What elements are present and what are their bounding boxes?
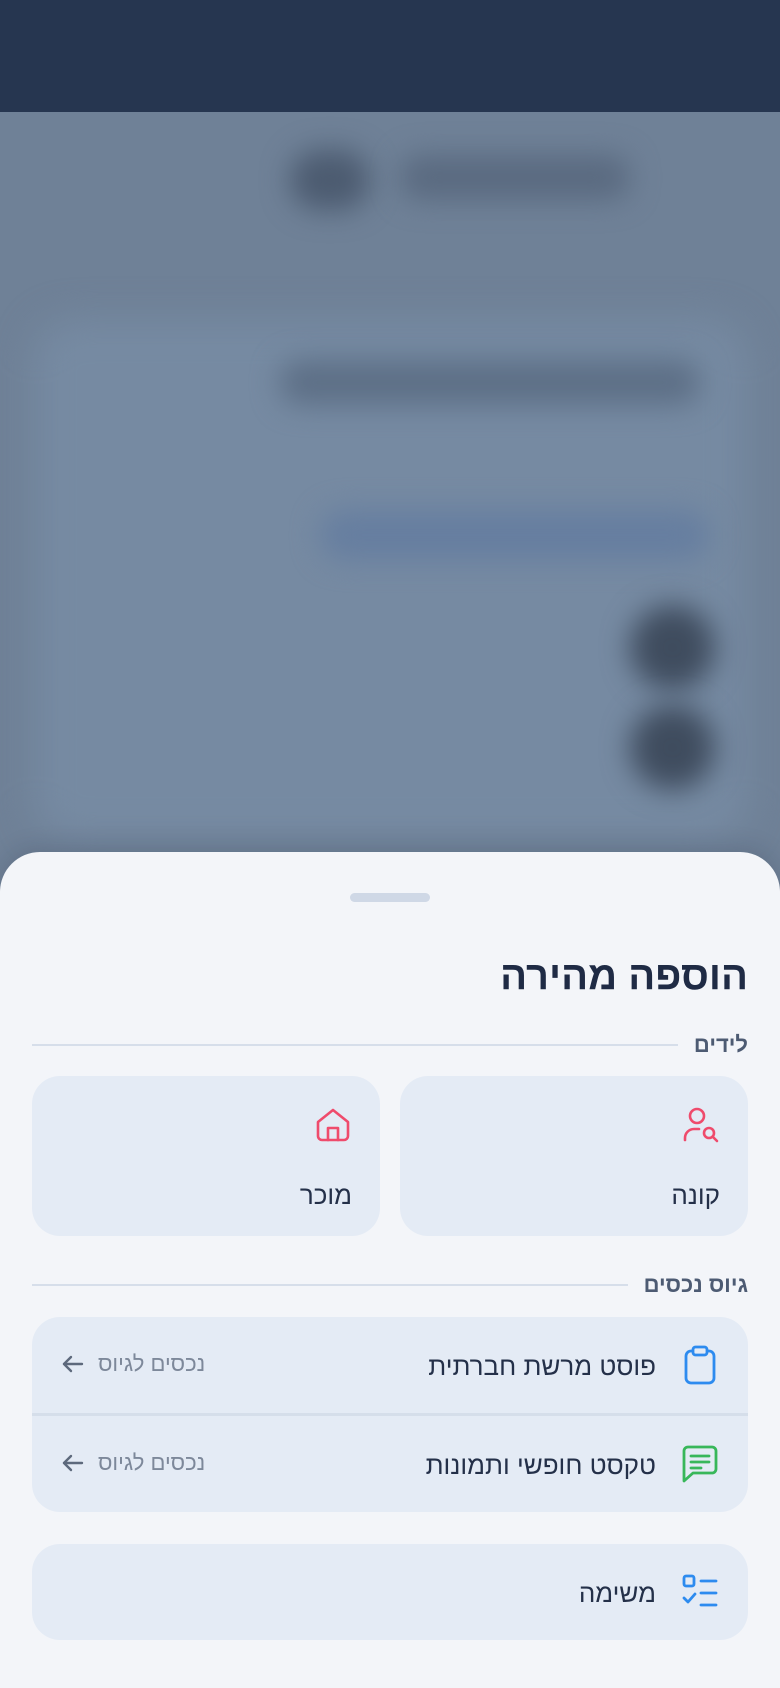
section-leads-label: לידים	[693, 1032, 748, 1057]
background-fab-blur	[630, 605, 715, 690]
free-text-label: טקסט חופשי ותמונות	[425, 1450, 656, 1480]
properties-list: פוסט מרשת חברתית נכסים לגיוס טקסט חופשי …	[32, 1317, 748, 1512]
free-text-item[interactable]: טקסט חופשי ותמונות נכסים לגיוס	[32, 1413, 748, 1512]
arrow-left-icon	[62, 1454, 84, 1472]
sheet-title: הוספה מהירה	[500, 954, 748, 998]
section-properties-header: גיוס נכסים	[32, 1272, 748, 1298]
seller-lead-label: מוכר	[299, 1180, 352, 1210]
free-text-action: נכסים לגיוס	[60, 1450, 205, 1476]
background-bar-blur	[280, 360, 700, 405]
social-post-item[interactable]: פוסט מרשת חברתית נכסים לגיוס	[32, 1317, 748, 1413]
clipboard-icon	[684, 1345, 716, 1385]
buyer-lead-label: קונה	[671, 1180, 720, 1210]
buyer-lead-button[interactable]: קונה	[400, 1076, 748, 1236]
task-list-icon	[682, 1574, 718, 1607]
task-button[interactable]: משימה	[32, 1544, 748, 1640]
social-post-action: נכסים לגיוס	[60, 1351, 205, 1377]
section-properties-label: גיוס נכסים	[643, 1272, 748, 1297]
background-button-blur	[320, 510, 710, 560]
free-text-action-label: נכסים לגיוס	[98, 1450, 206, 1475]
social-post-label: פוסט מרשת חברתית	[428, 1351, 656, 1381]
arrow-left-icon	[62, 1355, 84, 1373]
task-item[interactable]: משימה	[32, 1544, 748, 1640]
home-icon	[316, 1108, 350, 1142]
quick-add-sheet: הוספה מהירה לידים קונה מוכר גיוס נכסים פ…	[0, 852, 780, 1688]
message-text-icon	[682, 1445, 718, 1483]
social-post-action-label: נכסים לגיוס	[98, 1351, 206, 1376]
user-search-icon	[683, 1107, 719, 1143]
section-leads-header: לידים	[32, 1032, 748, 1058]
background-title-blur	[400, 155, 630, 200]
section-divider	[32, 1044, 678, 1046]
background-fab-blur	[630, 705, 715, 790]
seller-lead-button[interactable]: מוכר	[32, 1076, 380, 1236]
sheet-drag-handle[interactable]	[350, 893, 430, 902]
background-header	[0, 0, 780, 112]
task-label: משימה	[578, 1578, 656, 1608]
section-divider	[32, 1284, 628, 1286]
background-avatar-blur	[290, 150, 370, 210]
